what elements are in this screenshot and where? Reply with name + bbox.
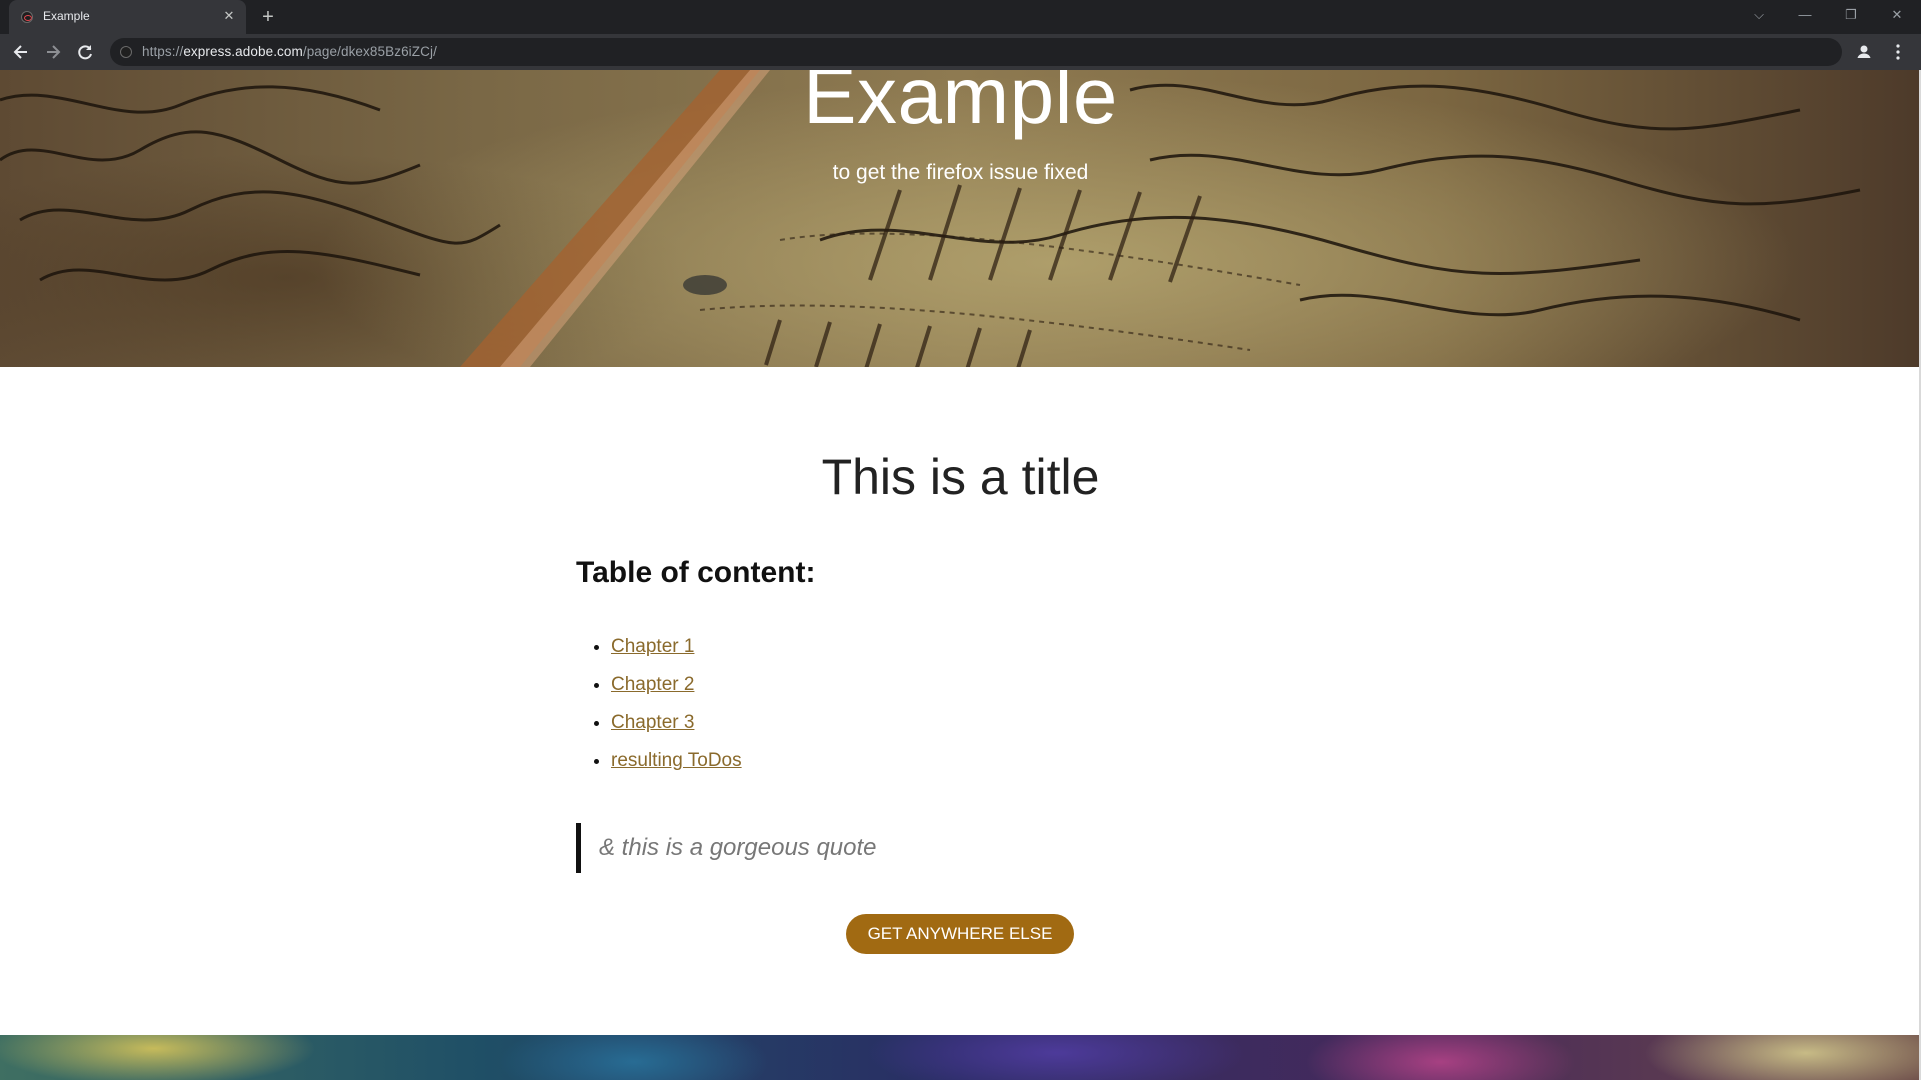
url-path: /page/dkex85Bz6iZCj/: [302, 44, 437, 59]
address-bar[interactable]: https://express.adobe.com/page/dkex85Bz6…: [110, 38, 1842, 66]
blockquote: & this is a gorgeous quote: [576, 823, 1176, 873]
footer-ink-image: [0, 1035, 1921, 1080]
toc-list-item: Chapter 2: [611, 674, 742, 712]
close-window-button[interactable]: ✕: [1874, 4, 1920, 26]
toc-link-resulting-todos[interactable]: resulting ToDos: [611, 750, 742, 771]
browser-tab[interactable]: Example ✕: [9, 0, 246, 34]
adobe-express-favicon-icon: [21, 11, 33, 23]
hero-banner: Example to get the firefox issue fixed: [0, 70, 1921, 367]
menu-icon[interactable]: [1887, 41, 1909, 63]
forward-icon[interactable]: [40, 39, 66, 65]
back-icon[interactable]: [8, 39, 34, 65]
minimize-button[interactable]: —: [1782, 4, 1828, 26]
toc-list: Chapter 1 Chapter 2 Chapter 3 resulting …: [576, 636, 742, 788]
reload-icon[interactable]: [72, 39, 98, 65]
toc-link-chapter-2[interactable]: Chapter 2: [611, 674, 694, 695]
get-anywhere-else-button[interactable]: GET ANYWHERE ELSE: [846, 914, 1074, 954]
toc-list-item: Chapter 3: [611, 712, 742, 750]
restore-button[interactable]: ❐: [1828, 4, 1874, 26]
hero-subtitle: to get the firefox issue fixed: [832, 161, 1089, 184]
browser-toolbar: https://express.adobe.com/page/dkex85Bz6…: [0, 34, 1921, 70]
toc-list-item: Chapter 1: [611, 636, 742, 674]
profile-icon[interactable]: [1853, 41, 1875, 63]
new-tab-button[interactable]: +: [256, 5, 280, 29]
toc-link-chapter-1[interactable]: Chapter 1: [611, 636, 694, 657]
page-title: This is a title: [821, 449, 1100, 505]
quote-text: & this is a gorgeous quote: [599, 834, 877, 861]
tab-close-icon[interactable]: ✕: [220, 7, 238, 25]
tab-title: Example: [43, 9, 90, 23]
hero-title: Example: [803, 70, 1118, 140]
toc-link-chapter-3[interactable]: Chapter 3: [611, 712, 694, 733]
tab-search-icon[interactable]: ⌵: [1736, 4, 1782, 26]
site-info-icon[interactable]: [120, 46, 132, 58]
url-host: express.adobe.com: [183, 44, 303, 59]
url-scheme: https://: [142, 44, 184, 59]
url-text[interactable]: https://express.adobe.com/page/dkex85Bz6…: [142, 44, 437, 59]
tab-strip: Example ✕ + ⌵ — ❐ ✕: [0, 0, 1921, 34]
toc-heading: Table of content:: [576, 556, 816, 589]
toc-list-item: resulting ToDos: [611, 750, 742, 788]
